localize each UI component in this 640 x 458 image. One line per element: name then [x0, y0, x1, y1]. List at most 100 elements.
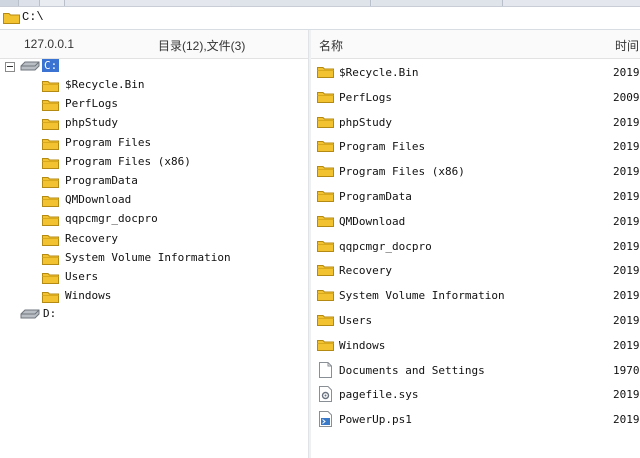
file-name: phpStudy [339, 115, 392, 129]
file-row[interactable]: pagefile.sys 2019 [310, 383, 640, 405]
file-row[interactable]: Program Files 2019 [310, 135, 640, 157]
tree-node-folder[interactable]: qqpcmgr_docpro [0, 211, 260, 229]
folder-icon [42, 213, 59, 227]
script-file-icon [319, 411, 332, 428]
tree-node-d[interactable]: D: [0, 306, 120, 324]
drive-icon [20, 60, 40, 74]
folder-icon [317, 288, 334, 302]
tree-node-folder[interactable]: Users [0, 269, 260, 287]
tree-node-folder[interactable]: Program Files [0, 135, 260, 153]
folder-icon [317, 139, 334, 153]
tree-node-folder[interactable]: Program Files (x86) [0, 154, 260, 172]
file-row[interactable]: phpStudy 2019 [310, 111, 640, 133]
folder-icon [317, 263, 334, 277]
file-date: 2019 [613, 66, 640, 79]
tree-node-folder[interactable]: System Volume Information [0, 250, 260, 268]
folder-icon [42, 137, 59, 150]
tab-5[interactable] [372, 0, 503, 6]
file-row[interactable]: System Volume Information 2019 [310, 284, 640, 306]
tree-node-folder[interactable]: phpStudy [0, 115, 260, 133]
file-name: qqpcmgr_docpro [339, 239, 432, 253]
file-date: 2019 [613, 388, 640, 402]
host-label: 127.0.0.1 [24, 37, 75, 51]
file-row[interactable]: Recovery 2019 [310, 259, 640, 281]
folder-icon [42, 117, 59, 131]
tree-node-folder[interactable]: Windows [0, 288, 260, 306]
folder-icon [42, 98, 59, 112]
file-row[interactable]: $Recycle.Bin 2019 [310, 61, 640, 83]
collapse-toggle-icon[interactable] [5, 62, 15, 72]
file-name: $Recycle.Bin [339, 66, 419, 79]
file-date: 2019 [613, 289, 640, 303]
path-text[interactable]: C:\ [22, 10, 44, 24]
file-name: ProgramData [339, 190, 412, 203]
folder-icon [42, 194, 59, 208]
tree-node-c[interactable]: C: [0, 58, 120, 76]
tree-node-folder[interactable]: PerfLogs [0, 96, 260, 114]
system-file-icon [319, 386, 332, 403]
folder-icon [42, 233, 59, 246]
file-row[interactable]: QMDownload 2019 [310, 210, 640, 232]
folder-icon [42, 175, 59, 188]
tree-label: ProgramData [65, 174, 138, 187]
file-row[interactable]: ProgramData 2019 [310, 185, 640, 207]
file-row[interactable]: PowerUp.ps1 2019 [310, 408, 640, 430]
tree-header: 127.0.0.1 目录(12),文件(3) [0, 30, 308, 59]
tree-node-folder[interactable]: ProgramData [0, 173, 260, 191]
blank-file-icon [319, 361, 332, 378]
file-name: pagefile.sys [339, 388, 419, 402]
time-column-header[interactable]: 时间 [615, 37, 639, 54]
list-header: 名称 时间 [310, 30, 640, 59]
file-date: 2019 [613, 239, 640, 253]
file-row[interactable]: PerfLogs 2009 [310, 86, 640, 108]
folder-icon [317, 115, 334, 128]
folder-icon [317, 214, 334, 227]
drive-icon [20, 308, 40, 322]
tree-label: $Recycle.Bin [65, 78, 145, 91]
file-row[interactable]: qqpcmgr_docpro 2019 [310, 235, 640, 257]
tab-2[interactable] [19, 0, 40, 6]
file-name: System Volume Information [339, 289, 505, 303]
summary-label: 目录(12),文件(3) [158, 39, 246, 53]
file-date: 2019 [613, 338, 640, 352]
tree-label: QMDownload [65, 193, 132, 207]
file-row[interactable]: Users 2019 [310, 309, 640, 331]
folder-icon [3, 11, 20, 24]
tree-node-folder[interactable]: Recovery [0, 231, 260, 249]
file-date: 2019 [613, 140, 640, 154]
folder-icon [42, 290, 59, 304]
tree-label: Users [65, 270, 99, 283]
file-row[interactable]: Windows 2019 [310, 334, 640, 356]
folder-icon [317, 65, 334, 78]
path-bar[interactable]: C:\ [0, 7, 640, 30]
folder-icon [42, 156, 59, 169]
folder-icon [317, 338, 334, 351]
tab-4[interactable] [230, 0, 371, 6]
folder-icon [317, 189, 334, 202]
folder-icon [317, 239, 334, 252]
tree-label: Recovery [65, 231, 118, 245]
tree-label: qqpcmgr_docpro [65, 212, 158, 226]
tree-label: PerfLogs [65, 97, 118, 111]
tree-label: C: [42, 59, 60, 72]
tree-label: D: [43, 307, 57, 320]
file-row[interactable]: Program Files (x86) 2019 [310, 160, 640, 182]
file-name: Program Files [339, 140, 426, 154]
folder-icon [42, 252, 59, 265]
file-date: 2019 [613, 190, 640, 203]
tree-label: Windows [65, 289, 112, 303]
tab-3[interactable] [40, 0, 65, 6]
file-row[interactable]: Documents and Settings 1970 [310, 359, 640, 381]
file-date: 2019 [613, 314, 640, 327]
name-column-header[interactable]: 名称 [319, 37, 343, 54]
tree-node-folder[interactable]: $Recycle.Bin [0, 77, 260, 95]
file-name: Program Files (x86) [339, 165, 465, 179]
file-date: 2019 [613, 214, 640, 228]
tree-node-folder[interactable]: QMDownload [0, 192, 260, 210]
folder-icon [317, 164, 334, 178]
tab-strip [0, 0, 640, 7]
tree-label: phpStudy [65, 116, 118, 130]
file-name: Users [339, 314, 373, 327]
tab-1[interactable] [0, 0, 19, 6]
tree-label: System Volume Information [65, 250, 231, 264]
